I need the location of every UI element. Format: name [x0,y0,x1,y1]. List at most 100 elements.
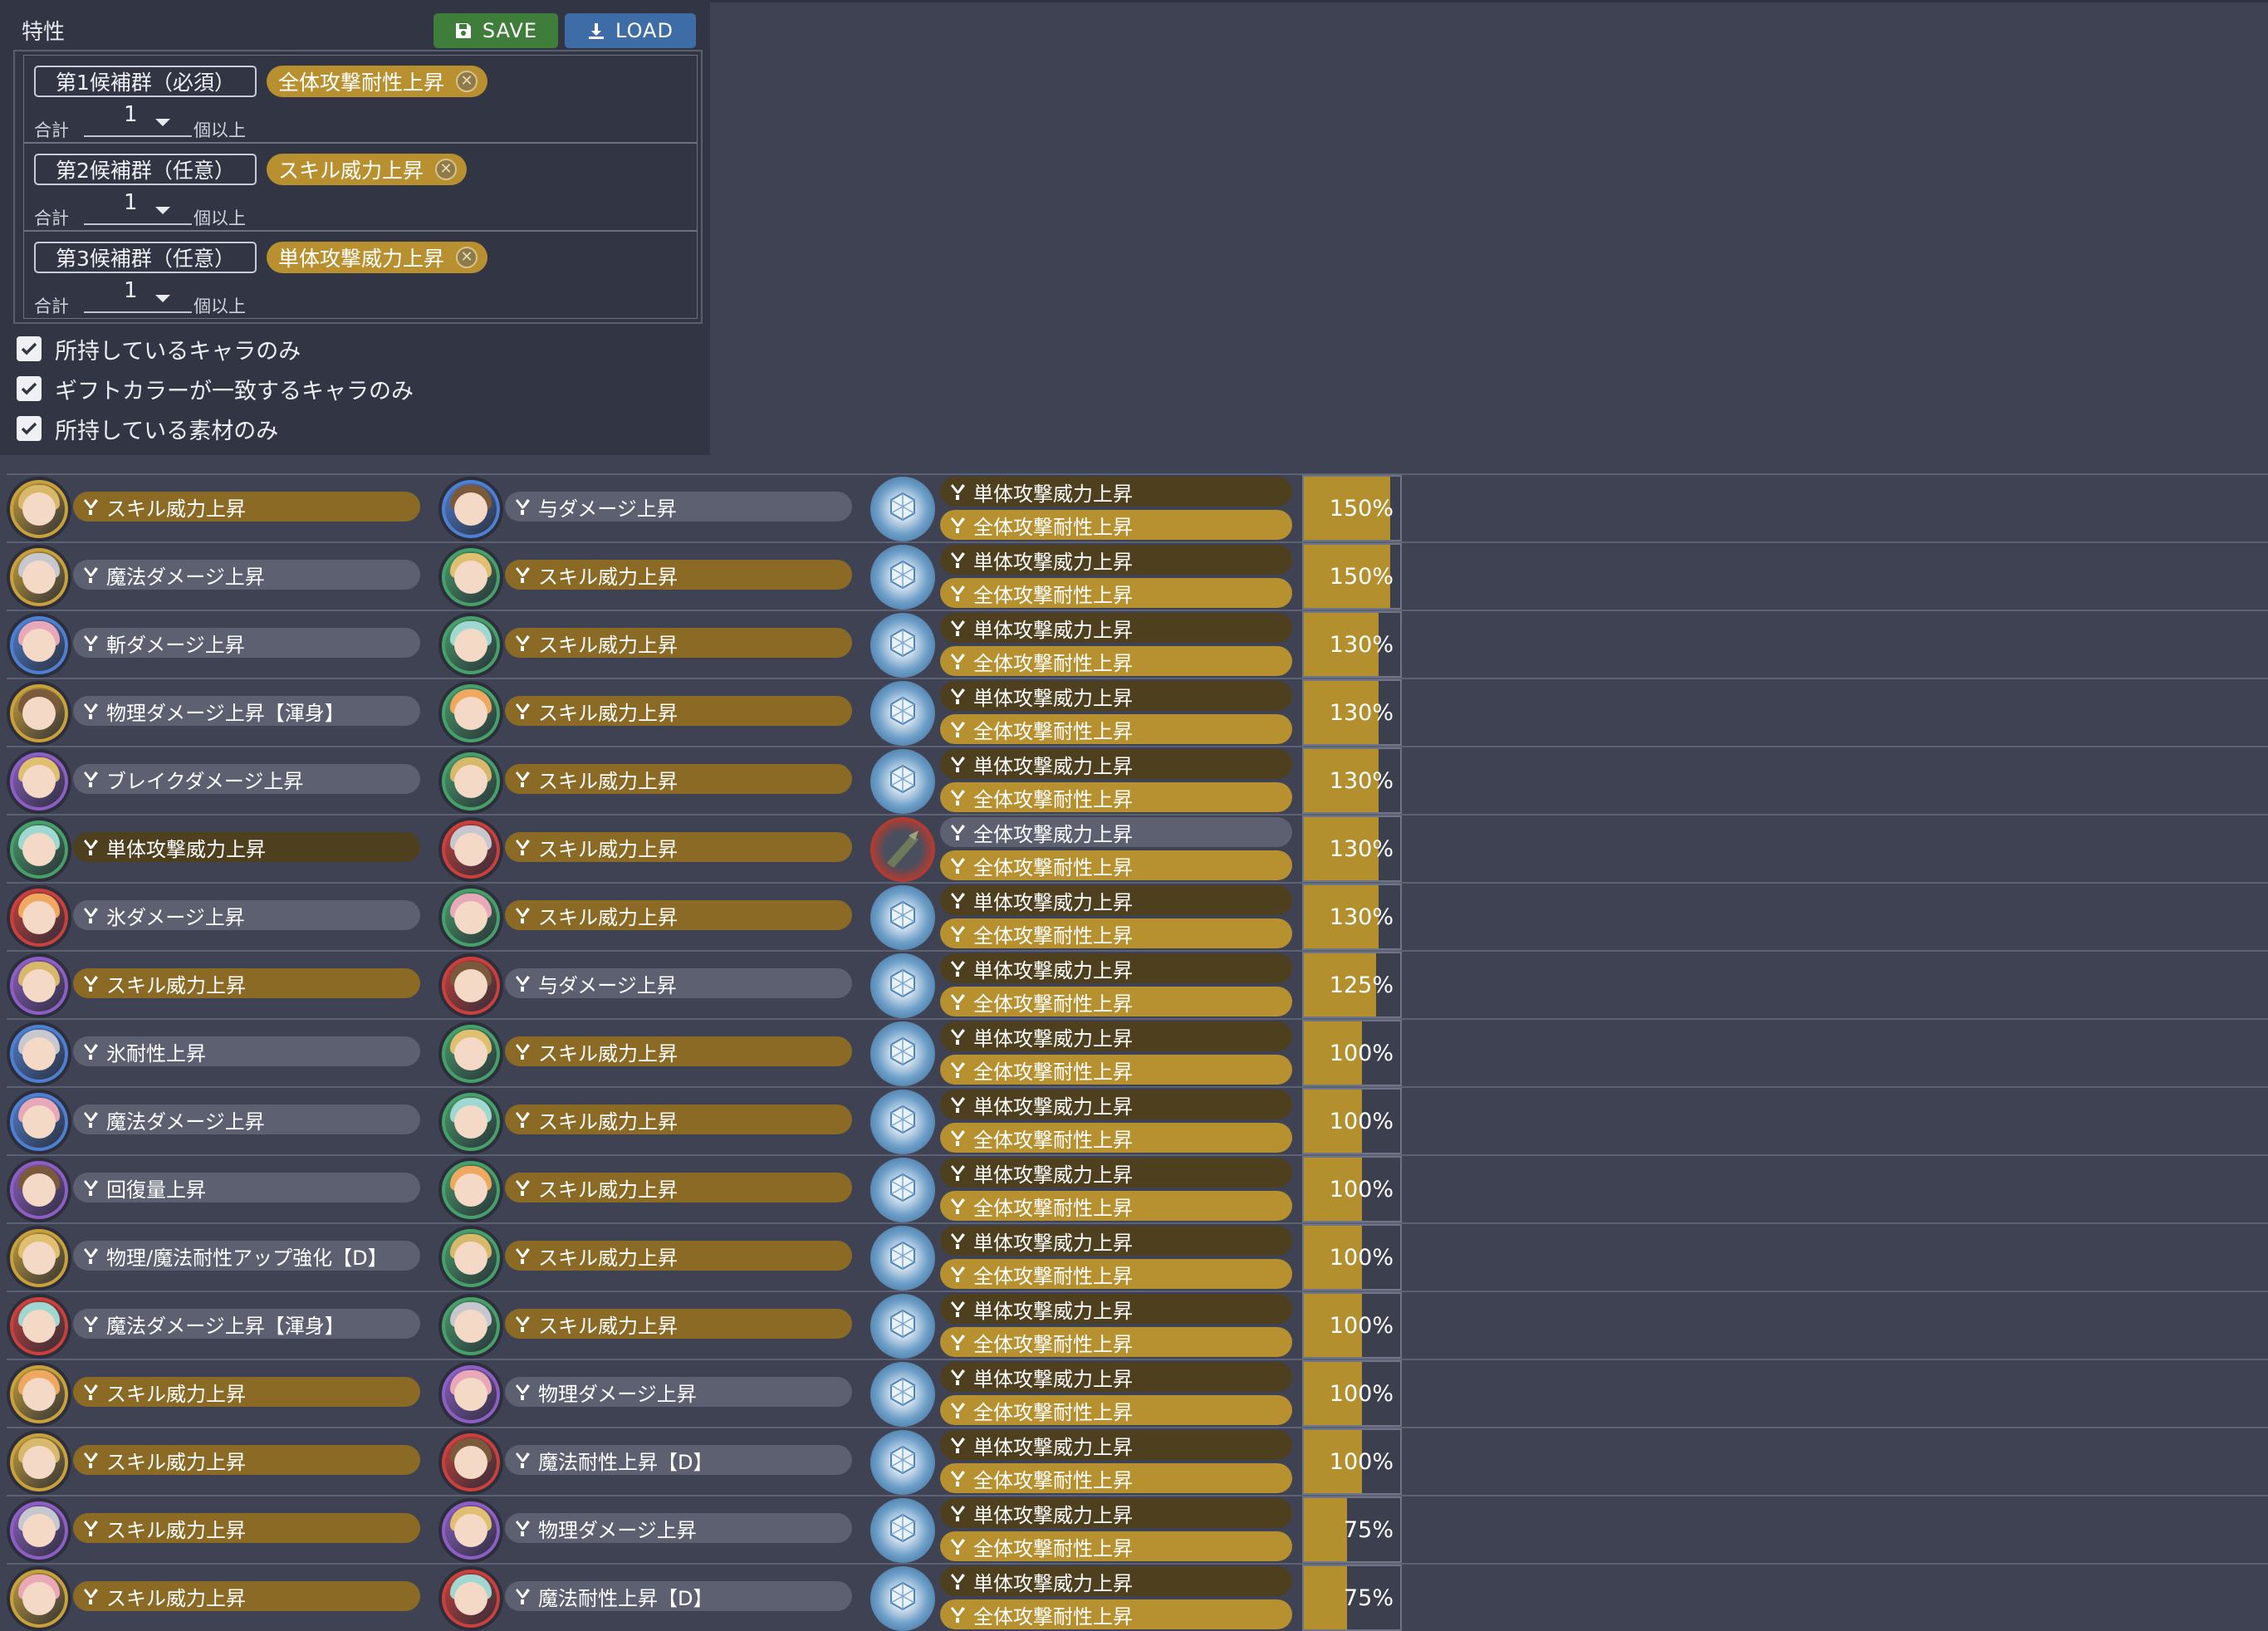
character-1-avatar[interactable] [7,1158,71,1222]
character-1-avatar[interactable] [7,749,71,814]
count-select[interactable] [84,114,192,137]
gift-crystal-icon[interactable] [870,1498,935,1563]
group-label-button[interactable]: 第2候補群（任意） [34,154,257,185]
result-row[interactable]: スキル威力上昇 与ダメージ上昇 単体攻撃威力上昇 全体攻撃耐性上昇 150% [7,475,2268,541]
gift-crystal-icon[interactable] [870,477,935,541]
character-1-avatar[interactable] [7,1566,71,1631]
result-row[interactable]: 魔法ダメージ上昇 スキル威力上昇 単体攻撃威力上昇 全体攻撃耐性上昇 100% [7,1088,2268,1154]
gift-crystal-icon[interactable] [870,1566,935,1631]
filter-owned-characters[interactable]: 所持しているキャラのみ [17,335,301,365]
character-2-avatar[interactable] [438,1566,503,1631]
gift-crystal-icon[interactable] [870,1226,935,1291]
trait-chip[interactable]: 全体攻撃耐性上昇 ✕ [267,66,488,97]
match-percent-bar: 100% [1302,1428,1402,1495]
count-select[interactable] [84,290,192,313]
character-2-avatar[interactable] [438,1158,503,1222]
match-percent-label: 130% [1329,699,1394,726]
result-row[interactable]: 物理ダメージ上昇【渾身】 スキル威力上昇 単体攻撃威力上昇 全体攻撃耐性上昇 130% [7,679,2268,746]
group-label-button[interactable]: 第1候補群（必須） [34,66,257,97]
character-2-avatar[interactable] [438,1021,503,1086]
character-1-avatar[interactable] [7,1430,71,1495]
count-select[interactable] [84,202,192,225]
character-1-avatar[interactable] [7,817,71,882]
checkbox-checked-icon[interactable] [17,336,42,361]
result-row[interactable]: 氷ダメージ上昇 スキル威力上昇 単体攻撃威力上昇 全体攻撃耐性上昇 130% [7,884,2268,950]
character-1-avatar[interactable] [7,1226,71,1291]
trait-chip[interactable]: 単体攻撃威力上昇 ✕ [267,242,488,273]
character-2-trait: スキル威力上昇 [505,696,852,726]
character-1-avatar[interactable] [7,1021,71,1086]
filter-owned-materials[interactable]: 所持している素材のみ [17,414,278,444]
gift-crystal-icon[interactable] [870,613,935,678]
close-icon[interactable]: ✕ [456,71,478,92]
sword-icon [951,1301,965,1317]
sword-icon [951,1097,965,1113]
trait-label: 物理/魔法耐性アップ強化【D】 [106,1246,388,1270]
gift-crystal-icon[interactable] [870,885,935,950]
result-row[interactable]: スキル威力上昇 物理ダメージ上昇 単体攻撃威力上昇 全体攻撃耐性上昇 75% [7,1496,2268,1563]
result-row[interactable]: 単体攻撃威力上昇 スキル威力上昇 全体攻撃威力上昇 全体攻撃耐性上昇 130% [7,816,2268,882]
result-row[interactable]: スキル威力上昇 魔法耐性上昇【D】 単体攻撃威力上昇 全体攻撃耐性上昇 100% [7,1428,2268,1495]
character-1-avatar[interactable] [7,477,71,541]
gift-crystal-icon[interactable] [870,749,935,814]
close-icon[interactable]: ✕ [435,159,458,180]
result-row[interactable]: 回復量上昇 スキル威力上昇 単体攻撃威力上昇 全体攻撃耐性上昇 100% [7,1156,2268,1222]
gift-crystal-icon[interactable] [870,681,935,746]
result-row[interactable]: 氷耐性上昇 スキル威力上昇 単体攻撃威力上昇 全体攻撃耐性上昇 100% [7,1020,2268,1086]
gift-crystal-icon[interactable] [870,1090,935,1154]
result-row[interactable]: スキル威力上昇 与ダメージ上昇 単体攻撃威力上昇 全体攻撃耐性上昇 125% [7,952,2268,1018]
character-2-avatar[interactable] [438,749,503,814]
character-2-avatar[interactable] [438,681,503,746]
result-row[interactable]: 斬ダメージ上昇 スキル威力上昇 単体攻撃威力上昇 全体攻撃耐性上昇 130% [7,611,2268,678]
character-1-avatar[interactable] [7,885,71,950]
character-2-avatar[interactable] [438,817,503,882]
gift-crystal-icon[interactable] [870,1430,935,1495]
gift-crystal-icon[interactable] [870,1021,935,1086]
character-2-avatar[interactable] [438,885,503,950]
close-icon[interactable]: ✕ [456,247,478,268]
sword-icon [951,1335,965,1350]
character-1-avatar[interactable] [7,953,71,1018]
trait-chip[interactable]: スキル威力上昇 ✕ [267,154,468,185]
character-2-avatar[interactable] [438,1294,503,1359]
gift-weapon-icon[interactable] [870,817,935,882]
character-2-avatar[interactable] [438,1090,503,1154]
avatar-face [22,1582,56,1615]
character-2-avatar[interactable] [438,1226,503,1291]
sword-icon [951,858,965,874]
character-2-avatar[interactable] [438,1430,503,1495]
character-1-avatar[interactable] [7,1294,71,1359]
match-percent-fill [1304,1498,1348,1561]
gift-crystal-icon[interactable] [870,1294,935,1359]
gift-crystal-icon[interactable] [870,953,935,1018]
trait-label: スキル威力上昇 [106,1382,246,1406]
filter-gift-color-match[interactable]: ギフトカラーが一致するキャラのみ [17,375,414,404]
result-row[interactable]: 魔法ダメージ上昇 スキル威力上昇 単体攻撃威力上昇 全体攻撃耐性上昇 150% [7,543,2268,610]
character-2-avatar[interactable] [438,1362,503,1427]
result-row[interactable]: スキル威力上昇 魔法耐性上昇【D】 単体攻撃威力上昇 全体攻撃耐性上昇 75% [7,1565,2268,1631]
character-1-avatar[interactable] [7,681,71,746]
result-row[interactable]: ブレイクダメージ上昇 スキル威力上昇 単体攻撃威力上昇 全体攻撃耐性上昇 130% [7,747,2268,814]
character-1-avatar[interactable] [7,613,71,678]
sword-icon [951,790,965,806]
checkbox-checked-icon[interactable] [17,416,42,441]
gift-crystal-icon[interactable] [870,1362,935,1427]
gift-crystal-icon[interactable] [870,1158,935,1222]
load-button[interactable]: LOAD [565,13,696,48]
gift-crystal-icon[interactable] [870,545,935,610]
character-2-avatar[interactable] [438,953,503,1018]
character-1-avatar[interactable] [7,1362,71,1427]
character-2-avatar[interactable] [438,613,503,678]
character-2-avatar[interactable] [438,1498,503,1563]
character-1-avatar[interactable] [7,1090,71,1154]
result-row[interactable]: スキル威力上昇 物理ダメージ上昇 単体攻撃威力上昇 全体攻撃耐性上昇 100% [7,1360,2268,1427]
character-2-avatar[interactable] [438,545,503,610]
result-row[interactable]: 魔法ダメージ上昇【渾身】 スキル威力上昇 単体攻撃威力上昇 全体攻撃耐性上昇 100% [7,1292,2268,1359]
character-1-avatar[interactable] [7,1498,71,1563]
checkbox-checked-icon[interactable] [17,376,42,401]
save-button[interactable]: SAVE [434,13,558,48]
character-2-avatar[interactable] [438,477,503,541]
result-row[interactable]: 物理/魔法耐性アップ強化【D】 スキル威力上昇 単体攻撃威力上昇 全体攻撃耐性上昇 10… [7,1224,2268,1291]
character-1-avatar[interactable] [7,545,71,610]
group-label-button[interactable]: 第3候補群（任意） [34,242,257,273]
